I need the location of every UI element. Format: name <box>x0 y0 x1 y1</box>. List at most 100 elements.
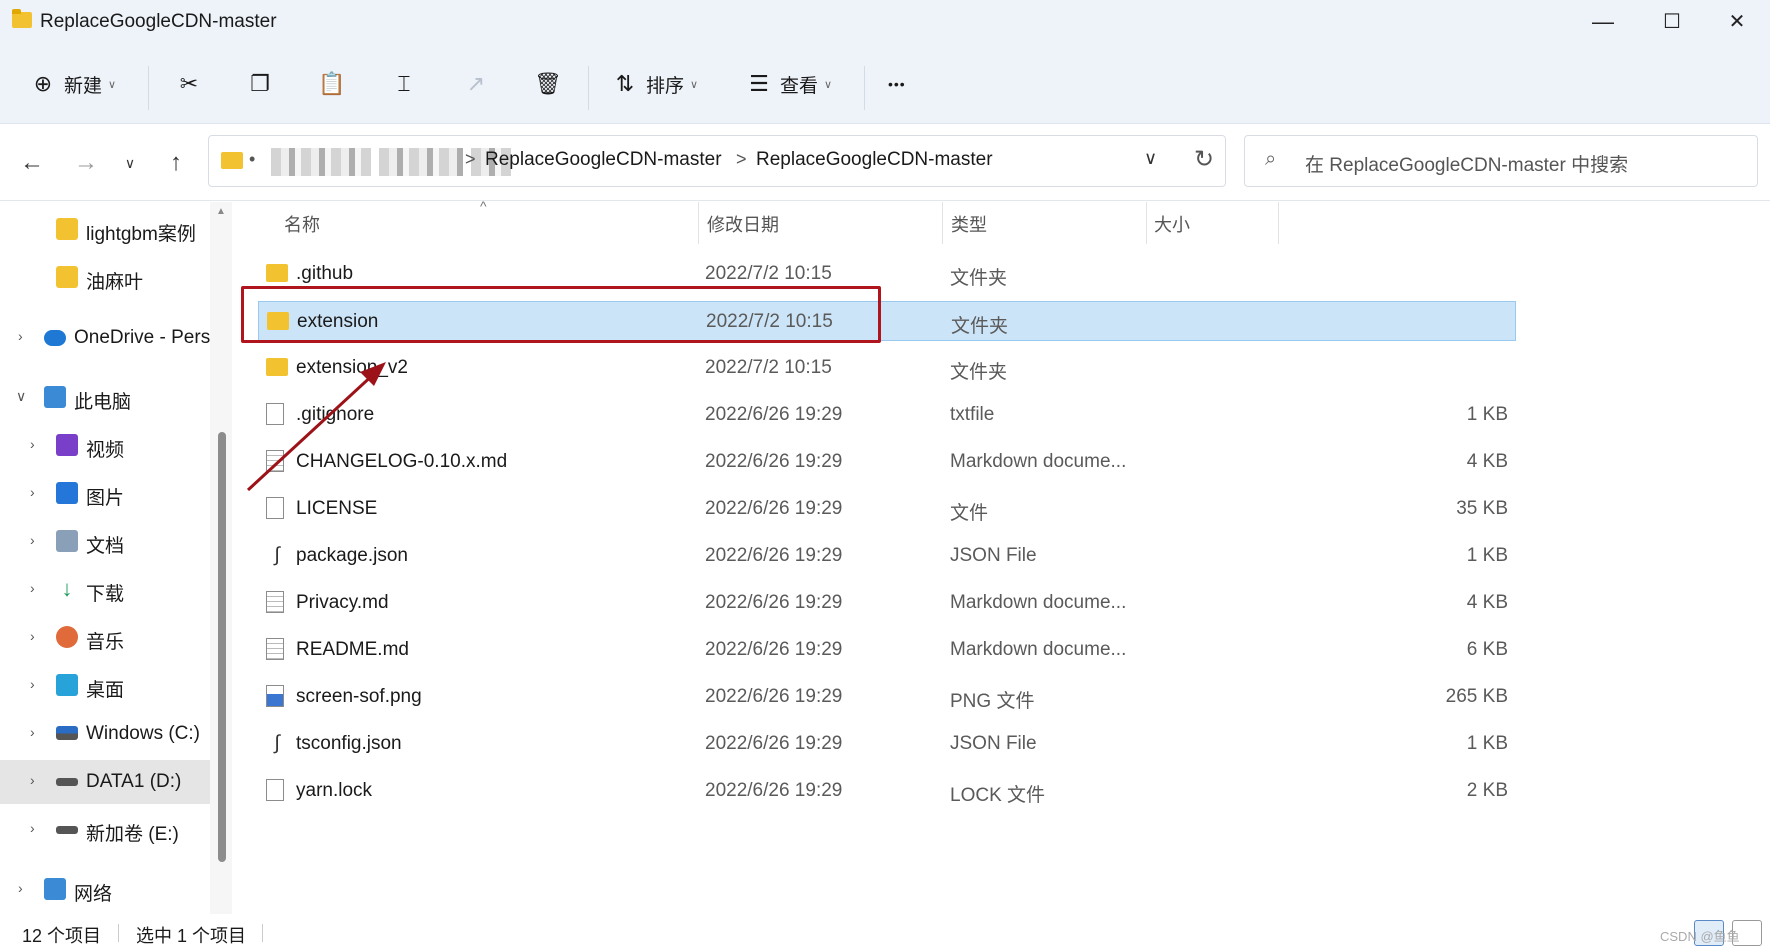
json-file-icon: ∫ <box>274 544 280 566</box>
sidebar-item-videos[interactable]: › 视频 <box>0 424 210 468</box>
cloud-icon <box>44 330 66 346</box>
chevron-right-icon[interactable]: › <box>30 484 35 500</box>
file-modified-date: 2022/6/26 19:29 <box>705 592 843 613</box>
column-header-size[interactable]: 大小 <box>1154 202 1274 244</box>
maximize-button[interactable]: ☐ <box>1647 6 1697 38</box>
column-header-name[interactable]: 名称 <box>284 202 704 244</box>
sidebar-item-documents[interactable]: › 文档 <box>0 520 210 564</box>
sidebar-item-pictures[interactable]: › 图片 <box>0 472 210 516</box>
file-icon <box>266 403 284 425</box>
address-bar[interactable]: • > ReplaceGoogleCDN-master > ReplaceGoo… <box>208 135 1226 187</box>
sidebar-item-label: 下载 <box>86 584 125 605</box>
more-options-button[interactable]: ••• <box>888 64 906 104</box>
file-row[interactable]: screen-sof.png 2022/6/26 19:29 PNG 文件 265 K… <box>258 677 1516 717</box>
scissors-icon: ✂ <box>179 71 199 96</box>
search-box[interactable]: ⌕ 在 ReplaceGoogleCDN-master 中搜索 <box>1244 135 1758 187</box>
folder-icon <box>56 266 78 288</box>
file-name: yarn.lock <box>296 780 373 801</box>
paste-button[interactable]: 📋 <box>318 64 345 104</box>
sidebar-item-music[interactable]: › 音乐 <box>0 616 210 660</box>
file-name: package.json <box>296 545 408 566</box>
sidebar-item-this-pc[interactable]: ∨ 此电脑 <box>0 376 210 420</box>
sidebar-item-onedrive[interactable]: › OneDrive - Pers <box>0 316 210 360</box>
file-type: PNG 文件 <box>950 691 1035 712</box>
video-icon <box>56 434 78 456</box>
sidebar-item-drive-e[interactable]: › 新加卷 (E:) <box>0 808 210 852</box>
chevron-right-icon[interactable]: › <box>30 628 35 644</box>
chevron-down-icon: ∨ <box>108 78 117 91</box>
breadcrumb-item[interactable]: ReplaceGoogleCDN-master <box>756 149 993 171</box>
sort-button[interactable]: ⇅ 排序 ∨ <box>612 64 698 104</box>
new-button[interactable]: ⊕ 新建 ∨ <box>30 64 116 104</box>
sidebar-item-lightgbm[interactable]: lightgbm案例 <box>0 208 210 252</box>
file-modified-date: 2022/6/26 19:29 <box>705 545 843 566</box>
file-type: Markdown docume... <box>950 592 1127 613</box>
chevron-down-icon[interactable]: ∨ <box>1144 148 1157 169</box>
sidebar-scrollbar-thumb[interactable] <box>218 432 226 862</box>
cut-button[interactable]: ✂ <box>176 64 202 104</box>
sidebar-item-desktop[interactable]: › 桌面 <box>0 664 210 708</box>
column-header-modified[interactable]: 修改日期 <box>707 202 937 244</box>
delete-button[interactable]: 🗑 <box>534 64 562 104</box>
file-row[interactable]: CHANGELOG-0.10.x.md 2022/6/26 19:29 Markdo… <box>258 442 1516 482</box>
chevron-right-icon[interactable]: › <box>30 436 35 452</box>
annotation-highlight-box <box>241 286 881 343</box>
column-divider[interactable] <box>942 202 943 244</box>
up-button[interactable]: ↑ <box>158 145 194 181</box>
file-name: LICENSE <box>296 498 378 519</box>
copy-icon: ❐ <box>250 71 270 96</box>
minimize-button[interactable]: — <box>1578 6 1628 38</box>
scroll-up-arrow-icon[interactable]: ▲ <box>216 206 226 217</box>
back-button[interactable]: ← <box>14 145 50 181</box>
file-size: 1 KB <box>1466 545 1508 566</box>
chevron-right-icon[interactable]: › <box>30 676 35 692</box>
breadcrumb-separator: • <box>249 149 256 169</box>
share-button[interactable]: ↗ <box>463 64 489 104</box>
rename-button[interactable]: ⌶ <box>391 64 417 104</box>
forward-button[interactable]: → <box>68 145 104 181</box>
file-row[interactable]: ∫ package.json 2022/6/26 19:29 JSON File 1 K… <box>258 536 1516 576</box>
refresh-icon[interactable]: ↻ <box>1194 145 1214 174</box>
chevron-down-icon[interactable]: ∨ <box>16 388 26 405</box>
sidebar-item-downloads[interactable]: › ↓ 下载 <box>0 568 210 612</box>
document-icon <box>56 530 78 552</box>
file-row[interactable]: yarn.lock 2022/6/26 19:29 LOCK 文件 2 KB <box>258 771 1516 811</box>
blurred-path <box>271 148 371 176</box>
close-button[interactable]: ✕ <box>1712 6 1762 38</box>
sidebar-item-youmaye[interactable]: 油麻叶 <box>0 256 210 300</box>
breadcrumb-separator: > <box>465 149 476 169</box>
watermark: CSDN @鱼鱼 <box>1660 929 1740 944</box>
share-icon: ↗ <box>466 71 486 96</box>
recent-locations-button[interactable]: ∨ <box>112 145 148 181</box>
folder-icon <box>221 152 243 169</box>
chevron-right-icon[interactable]: › <box>30 724 35 740</box>
chevron-right-icon[interactable]: › <box>30 772 35 788</box>
file-row[interactable]: Privacy.md 2022/6/26 19:29 Markdown docume… <box>258 583 1516 623</box>
file-modified-date: 2022/6/26 19:29 <box>705 639 843 660</box>
file-row[interactable]: .gitignore 2022/6/26 19:29 txtfile 1 KB <box>258 395 1516 435</box>
copy-button[interactable]: ❐ <box>247 64 273 104</box>
file-name: CHANGELOG-0.10.x.md <box>296 451 508 472</box>
column-divider[interactable] <box>698 202 699 244</box>
chevron-right-icon[interactable]: › <box>30 820 35 836</box>
chevron-right-icon[interactable]: › <box>18 880 23 896</box>
column-divider[interactable] <box>1278 202 1279 244</box>
breadcrumb-item[interactable]: ReplaceGoogleCDN-master <box>485 149 722 171</box>
search-icon: ⌕ <box>1265 148 1277 170</box>
chevron-right-icon[interactable]: › <box>18 328 23 344</box>
drive-icon <box>56 778 78 786</box>
chevron-right-icon[interactable]: › <box>30 580 35 596</box>
file-row[interactable]: extension_v2 2022/7/2 10:15 文件夹 <box>258 348 1516 388</box>
view-button[interactable]: ☰ 查看 ∨ <box>746 64 832 104</box>
column-header-type[interactable]: 类型 <box>951 202 1141 244</box>
file-row[interactable]: README.md 2022/6/26 19:29 Markdown docume.… <box>258 630 1516 670</box>
chevron-right-icon[interactable]: › <box>30 532 35 548</box>
sidebar-item-drive-c[interactable]: › Windows (C:) <box>0 712 210 756</box>
file-row[interactable]: LICENSE 2022/6/26 19:29 文件 35 KB <box>258 489 1516 529</box>
status-bar: 12 个项目 选中 1 个项目 <box>0 914 1770 951</box>
window-title: ReplaceGoogleCDN-master <box>40 11 277 32</box>
sidebar-item-network[interactable]: › 网络 <box>0 868 210 912</box>
file-row[interactable]: ∫ tsconfig.json 2022/6/26 19:29 JSON File 1 … <box>258 724 1516 764</box>
column-divider[interactable] <box>1146 202 1147 244</box>
sidebar-item-drive-d[interactable]: › DATA1 (D:) <box>0 760 210 804</box>
